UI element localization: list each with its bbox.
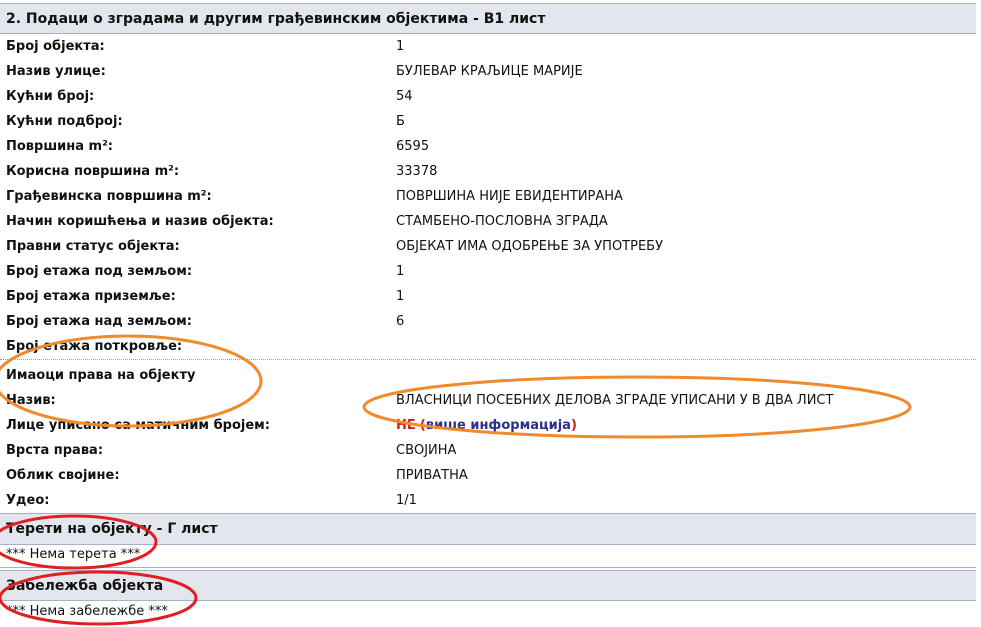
- building-detail-row: Корисна површина m²: 33378: [0, 159, 976, 184]
- ownership-form-value: ПРИВАТНА: [396, 468, 468, 483]
- building-detail-label: Корисна површина m²:: [6, 164, 180, 179]
- building-section-header: 2. Подаци о зградама и другим грађевинск…: [0, 3, 976, 34]
- owner-person-label: Лице уписано са матичним бројем:: [6, 418, 270, 433]
- building-detail-row: Кућни број: 54: [0, 84, 976, 109]
- owner-person-value-group: НЕ (више информација): [396, 413, 577, 438]
- building-detail-value: 33378: [396, 164, 438, 179]
- building-detail-label: Начин коришћења и назив објекта:: [6, 214, 274, 229]
- owner-person-value: НЕ: [396, 418, 416, 433]
- building-detail-row: Правни статус објекта: ОБЈЕКАТ ИМА ОДОБРЕ…: [0, 234, 976, 259]
- building-detail-row: Кућни подброј: Б: [0, 109, 976, 134]
- building-detail-value: БУЛЕВАР КРАЉИЦЕ МАРИЈЕ: [396, 64, 583, 79]
- building-detail-row: Начин коришћења и назив објекта: СТАМБЕНО…: [0, 209, 976, 234]
- building-detail-row: Површина m²: 6595: [0, 134, 976, 159]
- building-detail-value: 1: [396, 39, 405, 54]
- building-detail-row: Број етажа приземље: 1: [0, 284, 976, 309]
- ownership-form-row: Облик својине: ПРИВАТНА: [0, 463, 976, 488]
- more-info-paren-close: ): [570, 418, 577, 433]
- building-detail-row: Грађевинска површина m²: ПОВРШИНА НИЈЕ ЕВ…: [0, 184, 976, 209]
- building-detail-label: Број етажа поткровље:: [6, 339, 183, 354]
- encumbrances-section-header: Терети на објекту - Г лист: [0, 513, 976, 545]
- building-detail-value: Б: [396, 114, 405, 129]
- owners-section-header: Имаоци права на објекту: [0, 359, 976, 388]
- notes-section-header: Забележба објекта: [0, 570, 976, 601]
- building-detail-value: 6: [396, 314, 405, 329]
- owners-section-title: Имаоци права на објекту: [6, 368, 196, 383]
- owner-name-row: Назив: ВЛАСНИЦИ ПОСЕБНИХ ДЕЛОВА ЗГРАДЕ У…: [0, 388, 976, 413]
- property-record-page: 2. Подаци о зградама и другим грађевинск…: [0, 0, 976, 624]
- building-detail-value: 1: [396, 289, 405, 304]
- building-detail-row: Број етажа поткровље:: [0, 334, 976, 359]
- notes-empty-text: *** Нема забележбе ***: [6, 604, 168, 619]
- building-section-title: 2. Подаци о зградама и другим грађевинск…: [6, 11, 546, 27]
- building-detail-label: Кућни број:: [6, 89, 95, 104]
- right-type-value: СВОЈИНА: [396, 443, 457, 458]
- ownership-form-label: Облик својине:: [6, 468, 120, 483]
- share-value: 1/1: [396, 493, 417, 508]
- building-detail-label: Грађевинска површина m²:: [6, 189, 212, 204]
- building-detail-label: Број етажа над земљом:: [6, 314, 192, 329]
- building-details-list: Број објекта: 1 Назив улице: БУЛЕВАР КРАЉИЦ…: [0, 34, 976, 359]
- building-detail-label: Број објекта:: [6, 39, 105, 54]
- owner-person-row: Лице уписано са матичним бројем: НЕ (виш…: [0, 413, 976, 438]
- building-detail-value: ПОВРШИНА НИЈЕ ЕВИДЕНТИРАНА: [396, 189, 623, 204]
- encumbrances-empty-text: *** Нема терета ***: [0, 545, 976, 568]
- owner-name-label: Назив:: [6, 393, 56, 408]
- more-info-link[interactable]: више информација: [426, 418, 571, 433]
- right-type-label: Врста права:: [6, 443, 104, 458]
- building-detail-value: 54: [396, 89, 413, 104]
- building-detail-label: Правни статус објекта:: [6, 239, 180, 254]
- notes-section-title: Забележба објекта: [6, 578, 164, 594]
- owner-name-value: ВЛАСНИЦИ ПОСЕБНИХ ДЕЛОВА ЗГРАДЕ УПИСАНИ …: [396, 393, 834, 408]
- building-detail-row: Назив улице: БУЛЕВАР КРАЉИЦЕ МАРИЈЕ: [0, 59, 976, 84]
- right-type-row: Врста права: СВОЈИНА: [0, 438, 976, 463]
- share-label: Удео:: [6, 493, 50, 508]
- share-row: Удео: 1/1: [0, 488, 976, 513]
- building-detail-value: СТАМБЕНО-ПОСЛОВНА ЗГРАДА: [396, 214, 608, 229]
- building-detail-label: Број етажа приземље:: [6, 289, 176, 304]
- building-detail-label: Назив улице:: [6, 64, 106, 79]
- building-detail-label: Површина m²:: [6, 139, 113, 154]
- building-detail-row: Број етажа под земљом: 1: [0, 259, 976, 284]
- building-detail-value: ОБЈЕКАТ ИМА ОДОБРЕЊЕ ЗА УПОТРЕБУ: [396, 239, 664, 254]
- building-detail-value: 1: [396, 264, 405, 279]
- building-detail-value: 6595: [396, 139, 430, 154]
- building-detail-label: Кућни подброј:: [6, 114, 123, 129]
- encumbrances-section-title: Терети на објекту - Г лист: [6, 521, 218, 537]
- building-detail-row: Број објекта: 1: [0, 34, 976, 59]
- building-detail-row: Број етажа над земљом: 6: [0, 309, 976, 334]
- building-detail-label: Број етажа под земљом:: [6, 264, 193, 279]
